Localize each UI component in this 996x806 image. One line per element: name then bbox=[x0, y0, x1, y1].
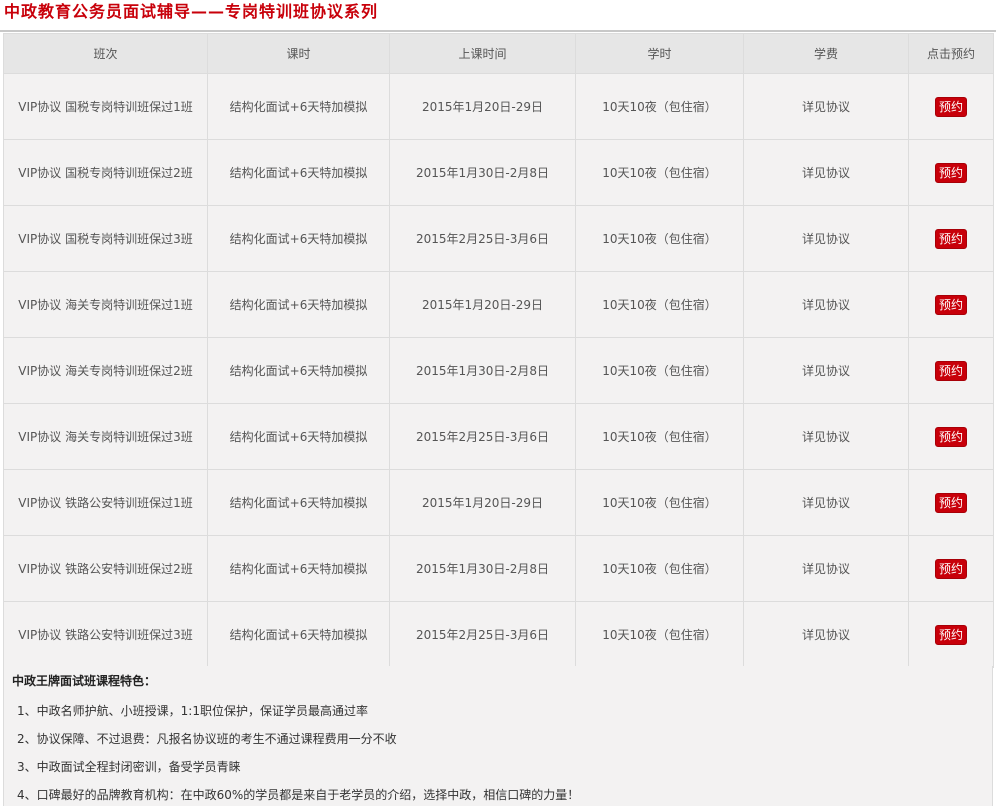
cell-hours: 结构化面试+6天特加模拟 bbox=[207, 271, 390, 338]
cell-hours: 结构化面试+6天特加模拟 bbox=[207, 601, 390, 668]
cell-period: 10天10夜（包住宿） bbox=[575, 535, 744, 602]
table-row: VIP协议 国税专岗特训班保过2班 结构化面试+6天特加模拟 2015年1月30日-… bbox=[3, 139, 994, 206]
cell-class: VIP协议 海关专岗特训班保过2班 bbox=[3, 337, 208, 404]
cell-period: 10天10夜（包住宿） bbox=[575, 337, 744, 404]
cell-period: 10天10夜（包住宿） bbox=[575, 73, 744, 140]
cell-hours: 结构化面试+6天特加模拟 bbox=[207, 403, 390, 470]
features-title: 中政王牌面试班课程特色： bbox=[12, 674, 157, 688]
cell-class: VIP协议 国税专岗特训班保过3班 bbox=[3, 205, 208, 272]
cell-period: 10天10夜（包住宿） bbox=[575, 601, 744, 668]
reserve-button[interactable]: 预约 bbox=[934, 426, 967, 447]
cell-action: 预约 bbox=[908, 271, 994, 338]
cell-fee: 详见协议 bbox=[743, 73, 909, 140]
cell-time: 2015年1月30日-2月8日 bbox=[389, 139, 576, 206]
cell-class: VIP协议 国税专岗特训班保过2班 bbox=[3, 139, 208, 206]
cell-hours: 结构化面试+6天特加模拟 bbox=[207, 469, 390, 536]
reserve-button[interactable]: 预约 bbox=[934, 624, 967, 645]
header-hours: 课时 bbox=[207, 33, 390, 74]
cell-action: 预约 bbox=[908, 469, 994, 536]
cell-period: 10天10夜（包住宿） bbox=[575, 205, 744, 272]
reserve-button[interactable]: 预约 bbox=[934, 96, 967, 117]
cell-hours: 结构化面试+6天特加模拟 bbox=[207, 73, 390, 140]
table-row: VIP协议 铁路公安特训班保过1班 结构化面试+6天特加模拟 2015年1月20日-… bbox=[3, 469, 994, 536]
cell-period: 10天10夜（包住宿） bbox=[575, 271, 744, 338]
reserve-button[interactable]: 预约 bbox=[934, 558, 967, 579]
feature-item: 2、协议保障、不过退费：凡报名协议班的考生不通过课程费用一分不收 bbox=[17, 732, 397, 746]
table-row: VIP协议 国税专岗特训班保过1班 结构化面试+6天特加模拟 2015年1月20日-… bbox=[3, 73, 994, 140]
table-row: VIP协议 铁路公安特训班保过3班 结构化面试+6天特加模拟 2015年2月25日-… bbox=[3, 601, 994, 668]
cell-class: VIP协议 铁路公安特训班保过2班 bbox=[3, 535, 208, 602]
cell-fee: 详见协议 bbox=[743, 139, 909, 206]
cell-class: VIP协议 海关专岗特训班保过1班 bbox=[3, 271, 208, 338]
cell-period: 10天10夜（包住宿） bbox=[575, 403, 744, 470]
cell-hours: 结构化面试+6天特加模拟 bbox=[207, 535, 390, 602]
reserve-button[interactable]: 预约 bbox=[934, 228, 967, 249]
course-features: 中政王牌面试班课程特色： 1、中政名师护航、小班授课，1:1职位保护，保证学员最… bbox=[3, 666, 993, 806]
course-table-wrapper: 班次 课时 上课时间 学时 学费 点击预约 VIP协议 国税专岗特训班保过1班结… bbox=[3, 33, 994, 668]
cell-class: VIP协议 铁路公安特训班保过3班 bbox=[3, 601, 208, 668]
cell-action: 预约 bbox=[908, 139, 994, 206]
cell-action: 预约 bbox=[908, 403, 994, 470]
feature-item: 3、中政面试全程封闭密训，备受学员青睐 bbox=[17, 760, 241, 774]
table-header-row: 班次 课时 上课时间 学时 学费 点击预约 bbox=[3, 33, 994, 74]
cell-hours: 结构化面试+6天特加模拟 bbox=[207, 337, 390, 404]
cell-time: 2015年1月30日-2月8日 bbox=[389, 337, 576, 404]
cell-time: 2015年1月30日-2月8日 bbox=[389, 535, 576, 602]
header-class: 班次 bbox=[3, 33, 208, 74]
feature-item: 4、口碑最好的品牌教育机构：在中政60%的学员都是来自于老学员的介绍，选择中政，… bbox=[17, 788, 580, 802]
table-row: VIP协议 铁路公安特训班保过2班 结构化面试+6天特加模拟 2015年1月30日-… bbox=[3, 535, 994, 602]
header-action: 点击预约 bbox=[908, 33, 994, 74]
cell-time: 2015年1月20日-29日 bbox=[389, 469, 576, 536]
cell-time: 2015年1月20日-29日 bbox=[389, 271, 576, 338]
cell-fee: 详见协议 bbox=[743, 601, 909, 668]
table-body: VIP协议 国税专岗特训班保过1班 结构化面试+6天特加模拟 2015年1月20日-… bbox=[3, 73, 994, 668]
cell-time: 2015年2月25日-3月6日 bbox=[389, 403, 576, 470]
table-row: VIP协议 海关专岗特训班保过1班 结构化面试+6天特加模拟 2015年1月20日-… bbox=[3, 271, 994, 338]
cell-hours: 结构化面试+6天特加模拟 bbox=[207, 139, 390, 206]
cell-time: 2015年2月25日-3月6日 bbox=[389, 205, 576, 272]
table-row: VIP协议 国税专岗特训班保过3班 结构化面试+6天特加模拟 2015年2月25日-… bbox=[3, 205, 994, 272]
cell-action: 预约 bbox=[908, 73, 994, 140]
cell-action: 预约 bbox=[908, 535, 994, 602]
title-divider bbox=[0, 30, 996, 32]
header-fee: 学费 bbox=[743, 33, 909, 74]
cell-class: VIP协议 国税专岗特训班保过1班 bbox=[3, 73, 208, 140]
cell-action: 预约 bbox=[908, 205, 994, 272]
cell-fee: 详见协议 bbox=[743, 205, 909, 272]
cell-action: 预约 bbox=[908, 601, 994, 668]
cell-time: 2015年2月25日-3月6日 bbox=[389, 601, 576, 668]
cell-class: VIP协议 海关专岗特训班保过3班 bbox=[3, 403, 208, 470]
cell-period: 10天10夜（包住宿） bbox=[575, 469, 744, 536]
cell-fee: 详见协议 bbox=[743, 271, 909, 338]
feature-item: 1、中政名师护航、小班授课，1:1职位保护，保证学员最高通过率 bbox=[17, 704, 368, 718]
page-title: 中政教育公务员面试辅导——专岗特训班协议系列 bbox=[4, 2, 379, 21]
table-row: VIP协议 海关专岗特训班保过3班 结构化面试+6天特加模拟 2015年2月25日-… bbox=[3, 403, 994, 470]
cell-fee: 详见协议 bbox=[743, 337, 909, 404]
cell-hours: 结构化面试+6天特加模拟 bbox=[207, 205, 390, 272]
cell-class: VIP协议 铁路公安特训班保过1班 bbox=[3, 469, 208, 536]
cell-time: 2015年1月20日-29日 bbox=[389, 73, 576, 140]
cell-fee: 详见协议 bbox=[743, 403, 909, 470]
header-period: 学时 bbox=[575, 33, 744, 74]
reserve-button[interactable]: 预约 bbox=[934, 162, 967, 183]
header-time: 上课时间 bbox=[389, 33, 576, 74]
table-row: VIP协议 海关专岗特训班保过2班 结构化面试+6天特加模拟 2015年1月30日-… bbox=[3, 337, 994, 404]
reserve-button[interactable]: 预约 bbox=[934, 492, 967, 513]
cell-period: 10天10夜（包住宿） bbox=[575, 139, 744, 206]
cell-action: 预约 bbox=[908, 337, 994, 404]
reserve-button[interactable]: 预约 bbox=[934, 360, 967, 381]
course-table: 班次 课时 上课时间 学时 学费 点击预约 VIP协议 国税专岗特训班保过1班结… bbox=[3, 33, 994, 668]
cell-fee: 详见协议 bbox=[743, 469, 909, 536]
reserve-button[interactable]: 预约 bbox=[934, 294, 967, 315]
cell-fee: 详见协议 bbox=[743, 535, 909, 602]
